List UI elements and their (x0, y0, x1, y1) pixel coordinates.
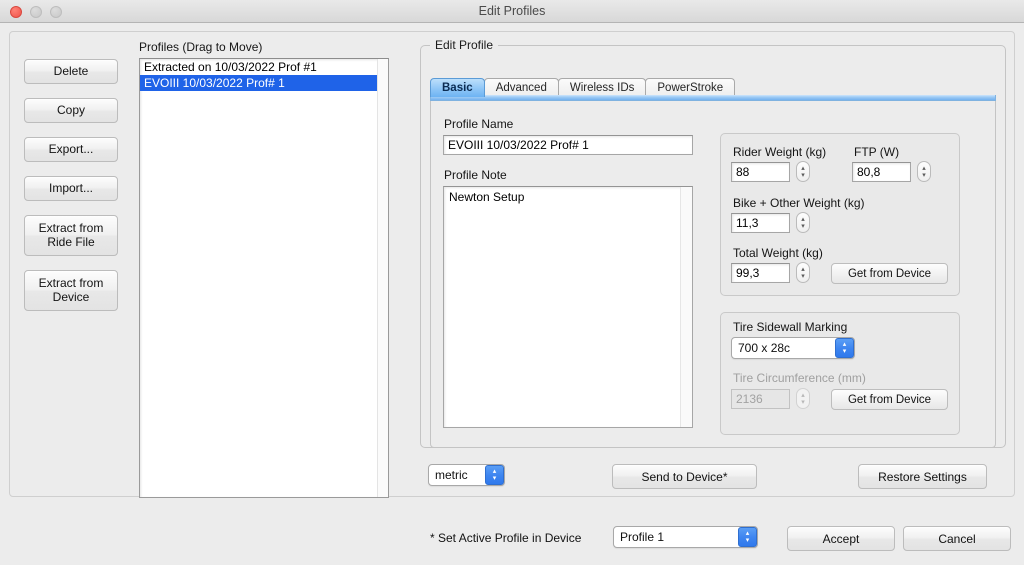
export-button[interactable]: Export... (24, 137, 118, 162)
accept-button[interactable]: Accept (787, 526, 895, 551)
send-to-device-button[interactable]: Send to Device* (612, 464, 757, 489)
chevron-up-icon: ▴ (922, 164, 926, 172)
profile-tabs: Basic Advanced Wireless IDs PowerStroke (430, 77, 736, 97)
extract-from-device-button[interactable]: Extract from Device (24, 270, 118, 311)
tire-sidewall-label: Tire Sidewall Marking (733, 320, 848, 334)
chevron-down-icon: ▾ (801, 222, 805, 230)
total-weight-label: Total Weight (kg) (733, 246, 823, 260)
rider-weight-label: Rider Weight (kg) (733, 145, 827, 159)
units-value: metric (435, 468, 468, 482)
chevron-up-icon: ▴ (801, 391, 805, 399)
chevron-up-down-icon[interactable]: ▴ ▾ (485, 465, 504, 485)
list-item[interactable]: Extracted on 10/03/2022 Prof #1 (140, 59, 388, 75)
chevron-down-glyph: ▾ (492, 475, 497, 482)
chevron-down-icon: ▾ (801, 398, 805, 406)
chevron-up-icon: ▴ (801, 164, 805, 172)
tire-sidewall-value: 700 x 28c (738, 341, 791, 355)
chevron-down-icon: ▾ (922, 171, 926, 179)
profile-name-input[interactable]: EVOIII 10/03/2022 Prof# 1 (443, 135, 693, 155)
chevron-up-down-icon[interactable]: ▴ ▾ (835, 338, 854, 358)
profile-actions-column: Delete Copy Export... Import... Extract … (24, 59, 118, 325)
profile-note-label: Profile Note (444, 168, 507, 182)
bike-other-weight-label: Bike + Other Weight (kg) (733, 196, 865, 210)
chevron-up-icon: ▴ (801, 265, 805, 273)
edit-profile-group-title: Edit Profile (430, 38, 499, 52)
ftp-input[interactable]: 80,8 (852, 162, 911, 182)
profile-note-scrollbar[interactable] (680, 187, 692, 427)
chevron-down-icon: ▾ (801, 171, 805, 179)
tire-circumference-stepper: ▴ ▾ (796, 388, 810, 409)
restore-settings-button[interactable]: Restore Settings (858, 464, 987, 489)
profile-note-value: Newton Setup (449, 190, 525, 204)
cancel-button[interactable]: Cancel (903, 526, 1011, 551)
chevron-down-glyph: ▾ (745, 537, 750, 544)
chevron-up-glyph: ▴ (842, 341, 847, 348)
tire-circumference-input: 2136 (731, 389, 790, 409)
active-profile-combo[interactable]: Profile 1 ▴ ▾ (613, 526, 758, 548)
copy-button[interactable]: Copy (24, 98, 118, 123)
tire-circumference-label: Tire Circumference (mm) (733, 371, 866, 385)
units-combo[interactable]: metric ▴ ▾ (428, 464, 505, 486)
rider-weight-input[interactable]: 88 (731, 162, 790, 182)
bike-other-weight-stepper[interactable]: ▴ ▾ (796, 212, 810, 233)
extract-from-ride-file-button[interactable]: Extract from Ride File (24, 215, 118, 256)
weights-get-from-device-button[interactable]: Get from Device (831, 263, 948, 284)
profiles-list-scrollbar[interactable] (377, 59, 388, 497)
profiles-list-label: Profiles (Drag to Move) (139, 40, 263, 54)
window-title: Edit Profiles (478, 4, 546, 18)
chevron-up-icon: ▴ (801, 215, 805, 223)
delete-button[interactable]: Delete (24, 59, 118, 84)
tab-basic[interactable]: Basic (430, 78, 485, 97)
profile-note-textarea[interactable]: Newton Setup (443, 186, 693, 428)
bike-other-weight-input[interactable]: 11,3 (731, 213, 790, 233)
chevron-up-glyph: ▴ (492, 468, 497, 475)
tire-sidewall-combo[interactable]: 700 x 28c ▴ ▾ (731, 337, 855, 359)
ftp-label: FTP (W) (854, 145, 900, 159)
chevron-up-glyph: ▴ (745, 530, 750, 537)
ftp-stepper[interactable]: ▴ ▾ (917, 161, 931, 182)
chevron-down-glyph: ▾ (842, 348, 847, 355)
list-item[interactable]: EVOIII 10/03/2022 Prof# 1 (140, 75, 388, 91)
chevron-up-down-icon[interactable]: ▴ ▾ (738, 527, 757, 547)
active-profile-label: * Set Active Profile in Device (430, 531, 582, 545)
edit-profiles-window: Edit Profiles Delete Copy Export... Impo… (0, 0, 1024, 565)
import-button[interactable]: Import... (24, 176, 118, 201)
total-weight-stepper[interactable]: ▴ ▾ (796, 262, 810, 283)
profile-name-label: Profile Name (444, 117, 514, 131)
window-titlebar: Edit Profiles (0, 0, 1024, 23)
rider-weight-stepper[interactable]: ▴ ▾ (796, 161, 810, 182)
active-profile-value: Profile 1 (620, 530, 665, 544)
total-weight-input[interactable]: 99,3 (731, 263, 790, 283)
tire-get-from-device-button[interactable]: Get from Device (831, 389, 948, 410)
chevron-down-icon: ▾ (801, 272, 805, 280)
profiles-listbox[interactable]: Extracted on 10/03/2022 Prof #1 EVOIII 1… (139, 58, 389, 498)
